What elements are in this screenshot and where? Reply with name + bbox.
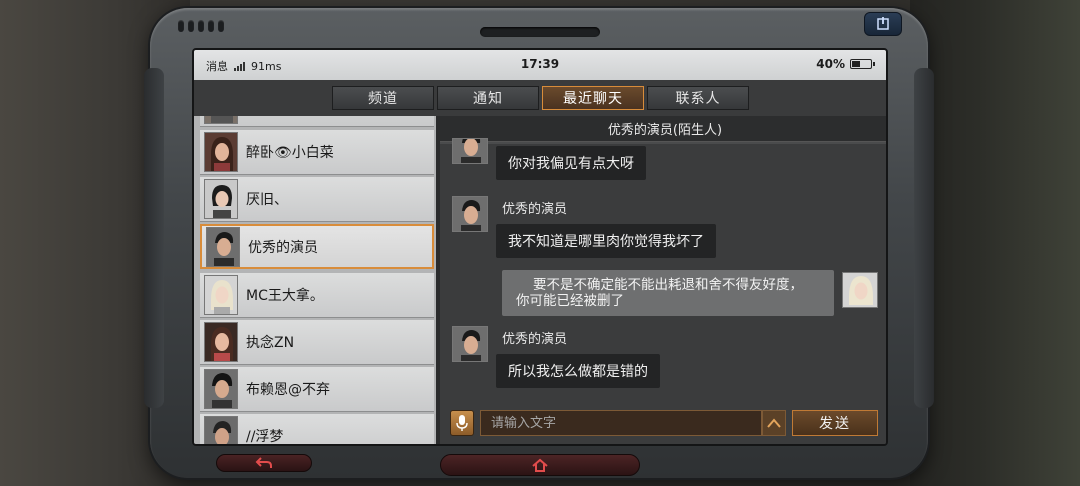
message-bubble: 我不知道是哪里肉你觉得我坏了: [496, 224, 716, 258]
list-item-partial-top[interactable]: [200, 116, 434, 127]
sender-avatar[interactable]: [452, 196, 488, 232]
sender-name: 优秀的演员: [502, 332, 568, 347]
message-bubble: 所以我怎么做都是错的: [496, 354, 660, 388]
top-slot: [480, 27, 600, 37]
battery-percent: 40%: [816, 57, 845, 71]
list-item[interactable]: 执念ZN: [200, 320, 434, 365]
voice-button[interactable]: [450, 410, 474, 436]
exit-button[interactable]: [864, 12, 902, 36]
contact-list[interactable]: 醉卧👁小白菜 厌旧、 优秀的演员 MC王大拿。 执念ZN 布赖恩@不弃 //浮梦: [194, 116, 438, 445]
avatar: [204, 179, 238, 219]
avatar: [204, 116, 238, 124]
expand-button[interactable]: [762, 410, 786, 436]
message-line: 你可能已经被删了: [516, 293, 624, 309]
message-bubble: 你对我偏见有点大呀: [496, 146, 646, 180]
contact-name: 优秀的演员: [248, 239, 318, 256]
contact-name: 执念ZN: [246, 335, 295, 351]
sender-name: 优秀的演员: [502, 202, 568, 217]
list-item[interactable]: MC王大拿。: [200, 273, 434, 318]
tab-contacts[interactable]: 联系人: [647, 86, 749, 110]
avatar: [204, 369, 238, 409]
tab-notifications[interactable]: 通知: [437, 86, 539, 110]
exit-icon: [877, 17, 889, 30]
tab-bar: 频道 通知 最近聊天 联系人: [332, 86, 749, 110]
side-rail-right: [914, 68, 934, 408]
list-item[interactable]: 布赖恩@不弃: [200, 367, 434, 412]
tab-recent-chats[interactable]: 最近聊天: [542, 86, 644, 110]
status-bar: 消息 91ms 17:39 40%: [194, 50, 886, 80]
chat-panel: 优秀的演员(陌生人) 你对我偏见有点大呀 优秀的演员 我不知道是哪里肉你觉得我坏…: [440, 116, 886, 444]
sender-avatar[interactable]: [452, 138, 488, 164]
sender-avatar[interactable]: [452, 326, 488, 362]
battery-icon: [850, 59, 875, 69]
contact-name: //浮梦: [246, 429, 284, 445]
side-rail-left: [144, 68, 164, 408]
avatar: [204, 322, 238, 362]
list-item-selected[interactable]: 优秀的演员: [200, 224, 434, 269]
home-button[interactable]: [440, 454, 640, 476]
tablet-device-frame: 消息 91ms 17:39 40% 频道 通知 最近聊天 联系人 醉卧👁小白菜 …: [144, 8, 934, 478]
back-button[interactable]: [216, 454, 312, 472]
tab-channel[interactable]: 频道: [332, 86, 434, 110]
chat-input-row: 发送: [440, 406, 886, 444]
vent-grille: [178, 20, 224, 32]
mic-icon: [456, 415, 468, 431]
screen: 消息 91ms 17:39 40% 频道 通知 最近聊天 联系人 醉卧👁小白菜 …: [192, 48, 888, 446]
chat-title: 优秀的演员(陌生人): [440, 116, 886, 142]
contact-name: 醉卧👁小白菜: [246, 145, 334, 161]
contact-name: MC王大拿。: [246, 288, 324, 304]
message-line: 要不是不确定能不能出耗退和舍不得友好度，: [533, 277, 803, 293]
home-icon: [532, 458, 548, 472]
back-arrow-icon: [255, 457, 272, 468]
send-button[interactable]: 发送: [792, 410, 878, 436]
avatar: [206, 226, 240, 267]
list-item[interactable]: 厌旧、: [200, 177, 434, 222]
contact-name: 布赖恩@不弃: [246, 382, 330, 398]
avatar: [204, 132, 238, 172]
chat-top-edge: [440, 142, 886, 144]
expand-up-icon: [767, 418, 781, 428]
background-right: [910, 0, 1080, 486]
avatar: [204, 416, 238, 444]
message-input[interactable]: [480, 410, 762, 436]
my-avatar[interactable]: [842, 272, 878, 308]
contact-name: 厌旧、: [246, 192, 288, 208]
list-item[interactable]: 醉卧👁小白菜: [200, 130, 434, 175]
avatar: [204, 275, 238, 315]
my-message-bubble: 要不是不确定能不能出耗退和舍不得友好度， 你可能已经被删了: [502, 270, 834, 316]
status-time: 17:39: [520, 57, 560, 71]
list-item[interactable]: //浮梦: [200, 414, 434, 445]
